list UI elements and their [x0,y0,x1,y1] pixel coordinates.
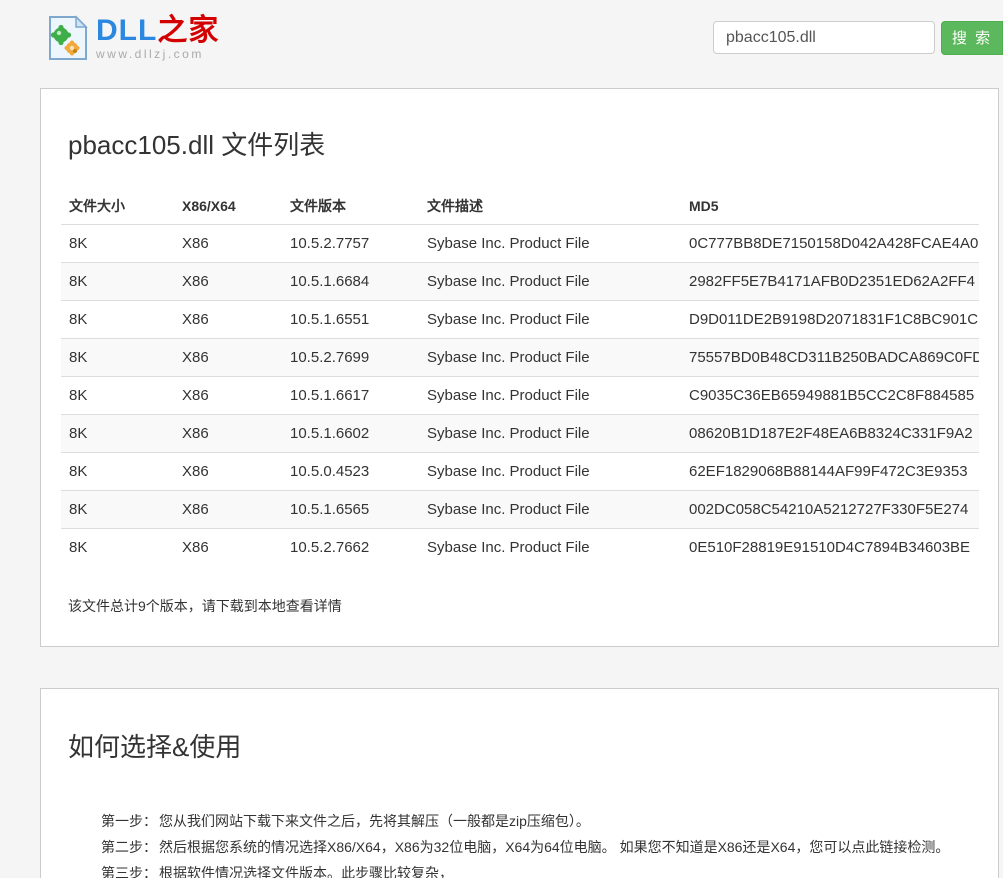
cell-version: 10.5.1.6551 [282,301,419,339]
table-row: 8KX8610.5.1.6617Sybase Inc. Product File… [61,377,979,415]
file-table-body: 8KX8610.5.2.7757Sybase Inc. Product File… [61,225,979,567]
cell-md5: C9035C36EB65949881B5CC2C8F884585 [681,377,979,415]
logo-site-url: www.dllzj.com [96,48,219,60]
table-row: 8KX8610.5.1.6551Sybase Inc. Product File… [61,301,979,339]
cell-version: 10.5.1.6602 [282,415,419,453]
cell-description: Sybase Inc. Product File [419,263,681,301]
search-button[interactable]: 搜 索 [941,21,1003,55]
table-row: 8KX8610.5.1.6565Sybase Inc. Product File… [61,491,979,529]
search-input[interactable] [713,21,935,54]
site-logo[interactable]: DLL之家 www.dllzj.com [48,15,219,61]
cell-arch: X86 [174,339,282,377]
column-header: 文件版本 [282,188,419,225]
cell-description: Sybase Inc. Product File [419,377,681,415]
cell-arch: X86 [174,377,282,415]
step-label: 第三步： [101,860,159,878]
cell-version: 10.5.1.6565 [282,491,419,529]
cell-md5: D9D011DE2B9198D2071831F1C8BC901C [681,301,979,339]
step-line: 第二步：然后根据您系统的情况选择X86/X64，X86为32位电脑，X64为64… [101,834,978,860]
howto-card: 如何选择&使用 第一步：您从我们网站下载下来文件之后，先将其解压（一般都是zip… [40,688,999,878]
cell-md5: 0E510F28819E91510D4C7894B34603BE [681,529,979,567]
logo-name-en: DLL [96,14,157,47]
logo-text: DLL之家 www.dllzj.com [96,16,219,60]
cell-version: 10.5.1.6684 [282,263,419,301]
step-text: 根据软件情况选择文件版本。此步骤比较复杂， [159,860,978,878]
cell-size: 8K [61,529,174,567]
cell-description: Sybase Inc. Product File [419,301,681,339]
cell-description: Sybase Inc. Product File [419,529,681,567]
step-line: 第三步：根据软件情况选择文件版本。此步骤比较复杂， [101,860,978,878]
cell-description: Sybase Inc. Product File [419,415,681,453]
file-list-card: pbacc105.dll 文件列表 文件大小X86/X64文件版本文件描述MD5… [40,88,999,647]
step-label: 第二步： [101,834,159,860]
cell-size: 8K [61,301,174,339]
cell-description: Sybase Inc. Product File [419,339,681,377]
version-count-summary: 该文件总计9个版本，请下载到本地查看详情 [68,596,978,616]
table-row: 8KX8610.5.2.7662Sybase Inc. Product File… [61,529,979,567]
howto-steps: 第一步：您从我们网站下载下来文件之后，先将其解压（一般都是zip压缩包）。第二步… [101,808,978,878]
cell-version: 10.5.2.7662 [282,529,419,567]
table-row: 8KX8610.5.0.4523Sybase Inc. Product File… [61,453,979,491]
step-text: 然后根据您系统的情况选择X86/X64，X86为32位电脑，X64为64位电脑。… [159,834,978,860]
cell-version: 10.5.2.7757 [282,225,419,263]
cell-size: 8K [61,225,174,263]
cell-md5: 002DC058C54210A5212727F330F5E274 [681,491,979,529]
table-row: 8KX8610.5.2.7699Sybase Inc. Product File… [61,339,979,377]
logo-name-cn: 之家 [157,14,219,47]
column-header: 文件描述 [419,188,681,225]
cell-size: 8K [61,339,174,377]
table-row: 8KX8610.5.1.6602Sybase Inc. Product File… [61,415,979,453]
cell-version: 10.5.2.7699 [282,339,419,377]
cell-md5: 08620B1D187E2F48EA6B8324C331F9A2 [681,415,979,453]
step-line: 第一步：您从我们网站下载下来文件之后，先将其解压（一般都是zip压缩包）。 [101,808,978,834]
cell-arch: X86 [174,415,282,453]
table-header-row: 文件大小X86/X64文件版本文件描述MD5 [61,188,979,225]
cell-description: Sybase Inc. Product File [419,225,681,263]
site-header: DLL之家 www.dllzj.com 搜 索 [0,0,1003,75]
cell-version: 10.5.0.4523 [282,453,419,491]
cell-arch: X86 [174,225,282,263]
step-text: 您从我们网站下载下来文件之后，先将其解压（一般都是zip压缩包）。 [159,808,978,834]
cell-size: 8K [61,453,174,491]
cell-md5: 2982FF5E7B4171AFB0D2351ED62A2FF4 [681,263,979,301]
cell-description: Sybase Inc. Product File [419,453,681,491]
cell-version: 10.5.1.6617 [282,377,419,415]
table-row: 8KX8610.5.2.7757Sybase Inc. Product File… [61,225,979,263]
cell-md5: 0C777BB8DE7150158D042A428FCAE4A0 [681,225,979,263]
file-table: 文件大小X86/X64文件版本文件描述MD5 8KX8610.5.2.7757S… [61,188,979,566]
column-header: 文件大小 [61,188,174,225]
cell-arch: X86 [174,529,282,567]
dll-file-icon [48,15,88,61]
table-row: 8KX8610.5.1.6684Sybase Inc. Product File… [61,263,979,301]
cell-md5: 75557BD0B48CD311B250BADCA869C0FD [681,339,979,377]
cell-size: 8K [61,377,174,415]
cell-md5: 62EF1829068B88144AF99F472C3E9353 [681,453,979,491]
cell-arch: X86 [174,263,282,301]
cell-size: 8K [61,415,174,453]
search-area: 搜 索 [713,21,1003,55]
cell-arch: X86 [174,491,282,529]
cell-size: 8K [61,263,174,301]
column-header: MD5 [681,188,979,225]
cell-arch: X86 [174,453,282,491]
step-label: 第一步： [101,808,159,834]
cell-description: Sybase Inc. Product File [419,491,681,529]
cell-arch: X86 [174,301,282,339]
howto-title: 如何选择&使用 [68,727,978,764]
file-list-title: pbacc105.dll 文件列表 [68,125,978,162]
cell-size: 8K [61,491,174,529]
column-header: X86/X64 [174,188,282,225]
